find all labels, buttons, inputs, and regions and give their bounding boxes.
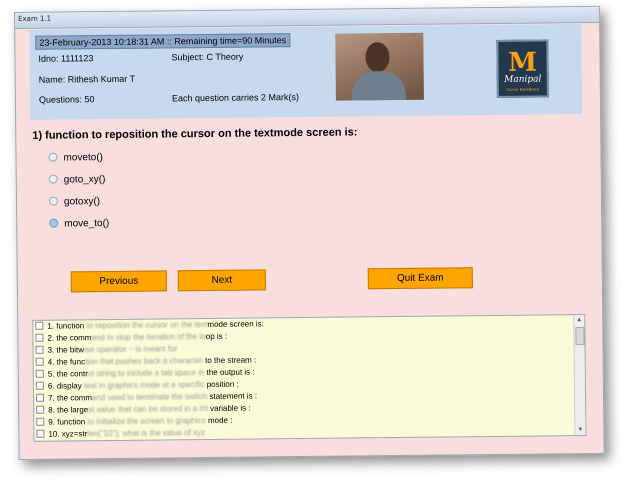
list-item-text-end: mode : xyxy=(205,415,233,426)
list-item-text: the large xyxy=(57,405,89,415)
list-item-text-end: op is : xyxy=(205,331,228,342)
checkbox-icon[interactable] xyxy=(36,405,45,414)
list-item-text-end: the output is : xyxy=(204,367,255,378)
logo-tagline: Career Excellence xyxy=(506,86,540,92)
candidate-name: Name: Rithesh Kumar T xyxy=(38,73,136,85)
option-1[interactable]: moveto() xyxy=(48,151,103,166)
list-item-text: the func xyxy=(56,357,86,367)
list-item-text-end: mode screen is: xyxy=(207,319,264,329)
list-item-blurred-text: to reposition the cursor on the text xyxy=(84,319,208,331)
list-item-blurred-text: st value that can be stored in a int xyxy=(88,403,208,415)
logo-mark: M xyxy=(508,47,538,78)
idno: Idno: 1111123 xyxy=(38,53,94,64)
list-item-number: 7. xyxy=(47,393,55,403)
option-label: moveto() xyxy=(63,152,104,164)
list-item-text: display xyxy=(56,381,84,391)
list-item-text: function xyxy=(56,321,85,331)
checkbox-icon[interactable] xyxy=(35,333,44,342)
list-item-text: the comm xyxy=(56,393,93,403)
exam-window: Exam 1.1 23-February-2013 10:18:31 AM ::… xyxy=(14,5,605,460)
checkbox-icon[interactable] xyxy=(35,345,44,354)
radio-icon[interactable] xyxy=(48,152,58,162)
window-title: Exam 1.1 xyxy=(18,14,52,23)
list-item-text: the contr xyxy=(56,369,88,379)
radio-icon[interactable] xyxy=(48,174,58,184)
candidate-header: 23-February-2013 10:18:31 AM :: Remainin… xyxy=(29,24,583,120)
checkbox-icon[interactable] xyxy=(35,393,45,402)
list-item-blurred-text: text in graphics mode at a specific xyxy=(83,380,205,391)
list-item-blurred-text: and to stop the iteration of the lo xyxy=(91,332,206,343)
list-item-number: 6. xyxy=(47,381,55,391)
option-2[interactable]: goto_xy() xyxy=(48,173,106,188)
list-item-number: 3. xyxy=(47,345,55,355)
scroll-up-icon[interactable]: ▲ xyxy=(574,315,584,325)
list-item-blurred-text: len("10"); what is the value of xyz xyxy=(87,428,206,439)
option-3[interactable]: gotoxy() xyxy=(48,195,101,210)
photo-head xyxy=(365,42,390,73)
list-item-text-end: to the stream : xyxy=(202,355,257,366)
checkbox-icon[interactable] xyxy=(36,429,45,438)
checkbox-icon[interactable] xyxy=(35,369,44,378)
list-item-number: 4. xyxy=(47,357,55,367)
logo-wordmark: Manipal xyxy=(504,74,542,85)
question-list[interactable]: 1. function to reposition the cursor on … xyxy=(32,314,587,442)
quit-exam-button[interactable]: Quit Exam xyxy=(367,267,473,290)
list-item-blurred-text: and used to terminate the switch xyxy=(92,391,208,403)
question-text: 1) function to reposition the cursor on … xyxy=(32,126,358,142)
scroll-thumb[interactable] xyxy=(575,327,585,346)
list-item-number: 9. xyxy=(48,417,56,427)
option-label: move_to() xyxy=(64,218,110,230)
list-item-blurred-text: ise operator ~ is meant for xyxy=(83,344,178,355)
radio-selected-icon[interactable] xyxy=(49,218,59,228)
next-button[interactable]: Next xyxy=(177,269,266,292)
scroll-down-icon[interactable]: ▼ xyxy=(575,425,585,435)
vertical-scrollbar[interactable]: ▲ ▼ xyxy=(573,315,586,436)
list-item-text-end: variable is : xyxy=(207,403,251,413)
radio-icon[interactable] xyxy=(48,196,59,206)
list-item-number: 8. xyxy=(48,405,55,415)
list-item-text-end: statement is : xyxy=(207,391,258,401)
list-item-number: 10. xyxy=(48,429,60,439)
checkbox-icon[interactable] xyxy=(35,357,44,366)
marks-info: Each question carries 2 Mark(s) xyxy=(171,92,300,104)
list-item-text: the bitw xyxy=(56,345,85,355)
candidate-photo xyxy=(335,32,424,101)
list-item-text-end: position : xyxy=(204,379,239,390)
previous-button[interactable]: Previous xyxy=(70,270,167,293)
option-4[interactable]: move_to() xyxy=(49,217,109,232)
option-label: gotoxy() xyxy=(63,196,101,208)
photo-body xyxy=(351,70,407,101)
list-item-number: 1. xyxy=(47,321,55,331)
checkbox-icon[interactable] xyxy=(35,321,44,330)
manipal-logo: M Manipal Career Excellence xyxy=(496,39,549,98)
option-label: goto_xy() xyxy=(63,174,106,186)
checkbox-icon[interactable] xyxy=(35,381,44,390)
list-item-number: 5. xyxy=(47,369,55,379)
list-item-blurred-text: tion that pushes back a character xyxy=(84,356,203,367)
datetime-remaining: 23-February-2013 10:18:31 AM :: Remainin… xyxy=(35,33,291,50)
list-item-text: the comm xyxy=(56,333,92,343)
subject: Subject: C Theory xyxy=(171,51,244,63)
question-count: Questions: 50 xyxy=(38,94,95,105)
list-item-number: 2. xyxy=(47,333,55,343)
list-item-blurred-text: ol string to include a tab space in xyxy=(87,368,205,379)
checkbox-icon[interactable] xyxy=(36,417,45,426)
list-item-text: function xyxy=(57,417,86,427)
list-item-blurred-text: to initialize the screen to graphics xyxy=(85,416,206,427)
list-item-text: xyz=str xyxy=(61,429,88,439)
